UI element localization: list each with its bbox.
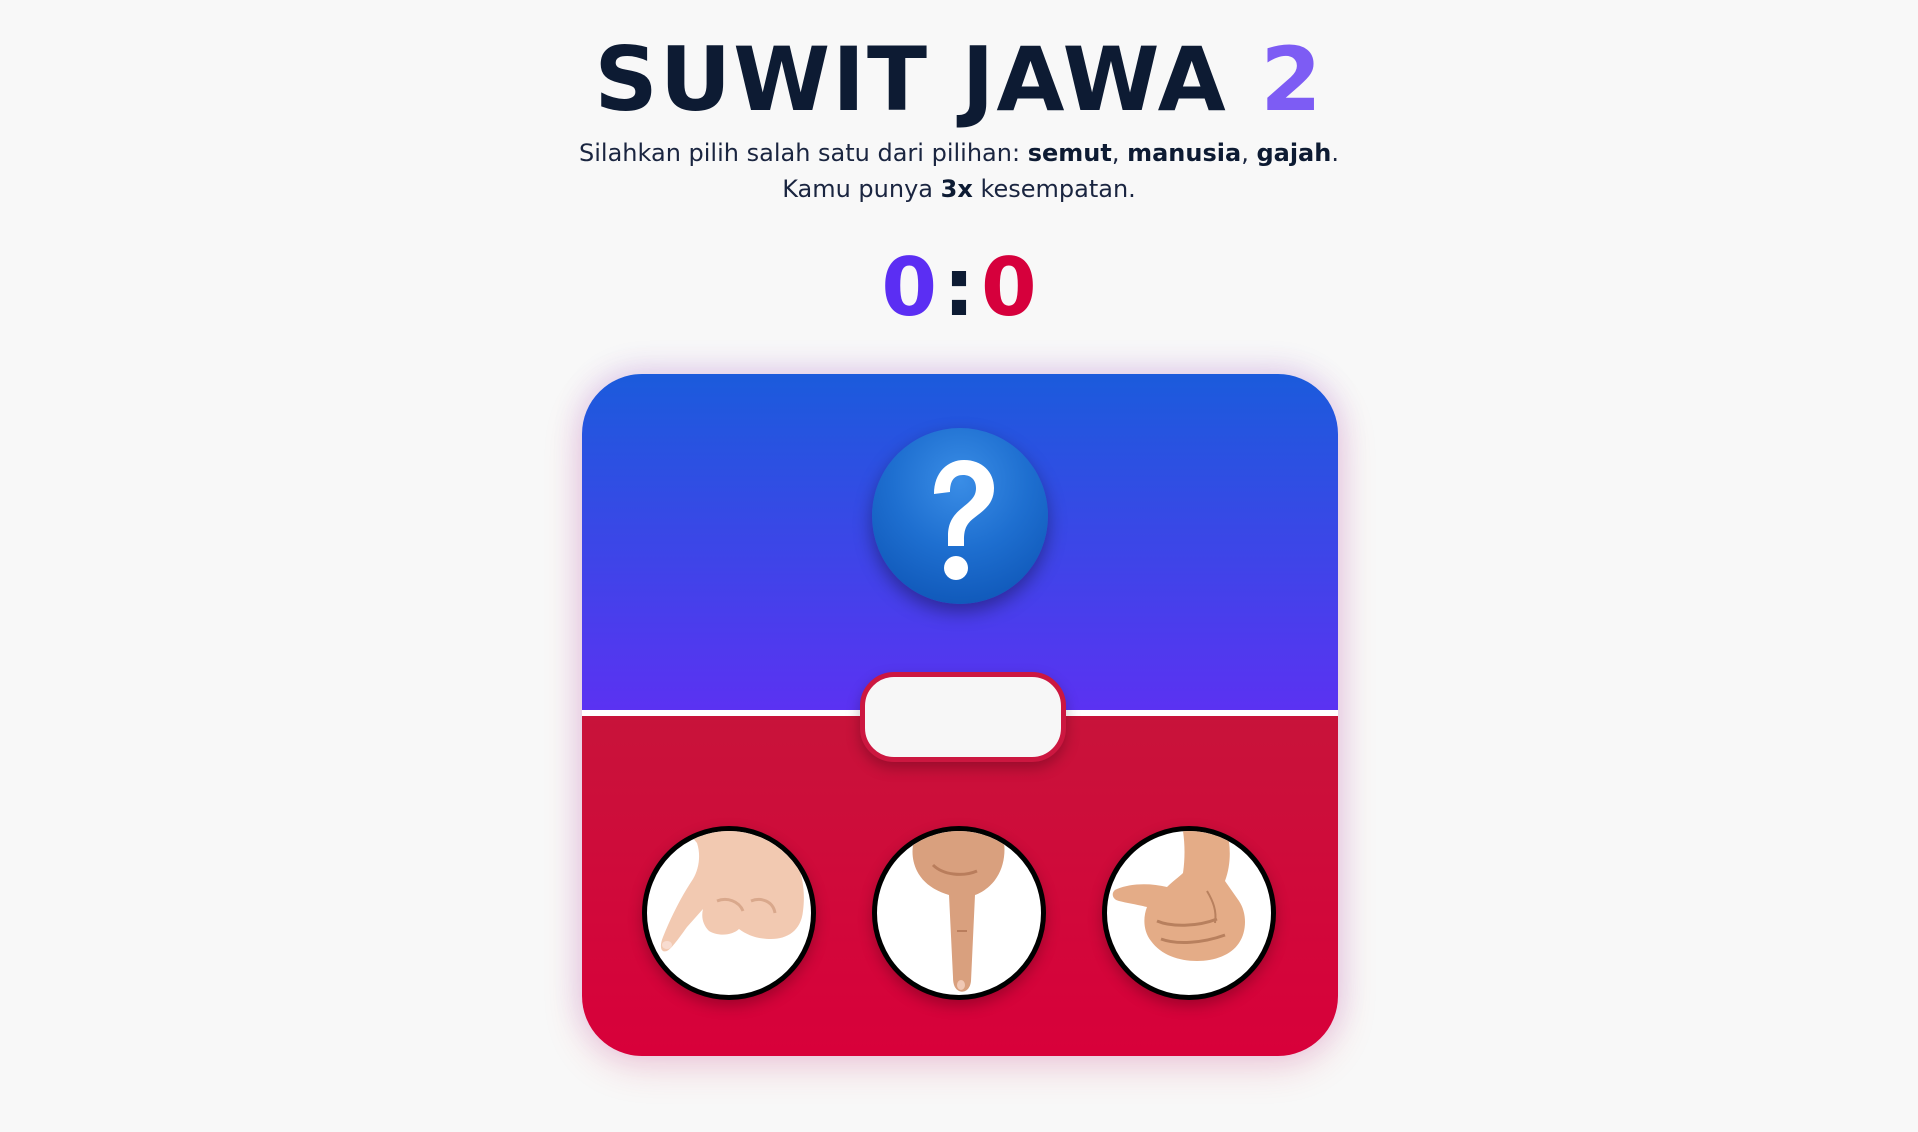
player-score: 0 <box>881 241 937 334</box>
choice-name-gajah: gajah <box>1256 139 1332 167</box>
instructions: Silahkan pilih salah satu dari pilihan: … <box>0 135 1918 207</box>
choice-name-manusia: manusia <box>1127 139 1242 167</box>
period: . <box>1331 139 1339 167</box>
comma-2: , <box>1241 139 1257 167</box>
choice-semut-button[interactable] <box>642 826 816 1000</box>
instructions-line-2: Kamu punya 3x kesempatan. <box>0 171 1918 207</box>
game-board <box>582 374 1338 1056</box>
computer-score: 0 <box>981 241 1037 334</box>
page-title: SUWIT JAWA 2 <box>0 30 1918 130</box>
thumb-icon <box>1112 831 1245 961</box>
scoreboard: 0:0 <box>0 238 1918 338</box>
question-mark-icon <box>872 428 1048 604</box>
computer-area <box>582 374 1338 710</box>
chances-suffix: kesempatan. <box>972 175 1136 203</box>
choice-gajah-button[interactable] <box>1102 826 1276 1000</box>
index-finger-icon <box>912 831 1005 992</box>
instructions-line-1: Silahkan pilih salah satu dari pilihan: … <box>0 135 1918 171</box>
chances-prefix: Kamu punya <box>782 175 941 203</box>
comma-1: , <box>1111 139 1128 167</box>
instructions-prefix: Silahkan pilih salah satu dari pilihan: <box>579 139 1028 167</box>
pinky-finger-icon <box>660 831 804 952</box>
title-text: SUWIT JAWA <box>594 28 1228 131</box>
title-number: 2 <box>1260 28 1324 131</box>
result-display <box>860 672 1066 762</box>
game-page: SUWIT JAWA 2 Silahkan pilih salah satu d… <box>0 0 1918 1132</box>
choice-name-semut: semut <box>1027 139 1112 167</box>
choice-manusia-button[interactable] <box>872 826 1046 1000</box>
chances-count: 3x <box>940 175 973 203</box>
score-separator: : <box>943 241 975 334</box>
